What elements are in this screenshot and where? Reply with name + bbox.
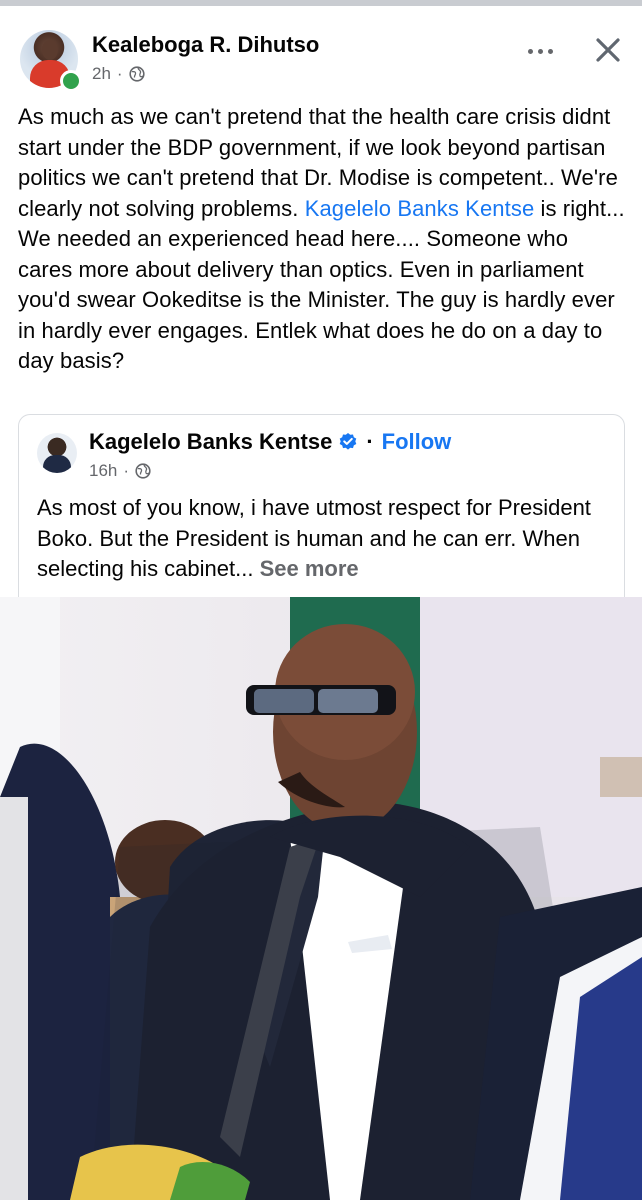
meta-separator: · [123,461,130,480]
more-dot [537,48,543,54]
follow-button[interactable]: Follow [382,429,452,455]
top-divider [0,0,642,6]
avatar-head [42,40,58,60]
online-status-indicator [60,70,82,92]
more-dot [547,48,553,54]
globe-icon[interactable] [128,66,145,82]
shared-post-card[interactable]: Kagelelo Banks Kentse · Follow 16h · As … [18,414,625,601]
post-photo[interactable] [0,597,642,1200]
post-text-part: is right... We needed an experienced hea… [18,195,625,374]
post-meta: 2h · [92,64,145,84]
shared-author-avatar[interactable] [37,433,77,473]
post-header: Kealeboga R. Dihutso 2h · [0,26,642,92]
see-more-link[interactable]: See more [260,556,359,581]
meta-separator: · [116,64,123,83]
author-name[interactable]: Kealeboga R. Dihutso [92,32,319,58]
post-time[interactable]: 2h [92,64,111,84]
more-horizontal-icon [527,48,533,54]
shared-meta: 16h · [89,461,151,481]
more-options-button[interactable] [518,36,562,66]
shared-author-name[interactable]: Kagelelo Banks Kentse [89,429,332,455]
post-body: As much as we can't pretend that the hea… [18,102,628,377]
verified-badge-icon [340,433,357,450]
close-icon[interactable] [590,32,626,68]
shared-time[interactable]: 16h [89,461,117,481]
shared-author-row: Kagelelo Banks Kentse · Follow [89,429,451,455]
name-separator: · [366,429,374,454]
globe-icon[interactable] [135,463,151,479]
avatar-suit [43,455,71,473]
mention-link[interactable]: Kagelelo Banks Kentse [305,196,535,221]
shared-post-text: As most of you know, i have utmost respe… [37,493,622,585]
photo-illustration [0,597,642,1200]
